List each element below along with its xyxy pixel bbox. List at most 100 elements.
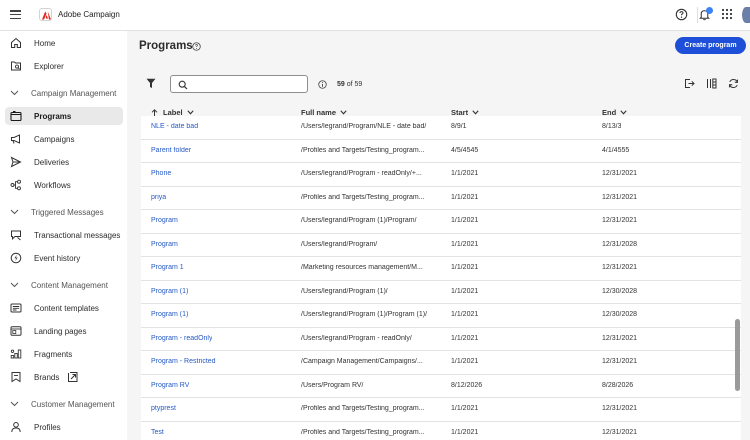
row-end: 4/1/4555 xyxy=(602,146,630,154)
adobe-logo-icon[interactable] xyxy=(39,8,52,21)
table-row[interactable]: Program 1/Marketing resources management… xyxy=(141,257,741,281)
export-icon[interactable] xyxy=(684,78,695,91)
section-campaign-management[interactable]: Campaign Management xyxy=(10,86,116,100)
row-label-link[interactable]: NLE - date bad xyxy=(151,123,198,130)
row-end: 12/31/2021 xyxy=(602,264,638,271)
row-label-link[interactable]: priya xyxy=(151,194,166,201)
apps-grid-icon[interactable] xyxy=(721,8,735,22)
event-history-icon xyxy=(10,252,22,264)
sidebar-item-label: Transactional messages xyxy=(34,230,121,240)
help-icon[interactable] xyxy=(675,8,689,22)
external-link-icon[interactable] xyxy=(67,371,79,383)
table-row[interactable]: Program - Restricted/Campaign Management… xyxy=(141,351,741,375)
row-end: 12/31/2021 xyxy=(602,334,638,342)
chevron-down-icon xyxy=(472,110,479,115)
row-full-name: /Users/Program RV/ xyxy=(301,381,364,389)
row-start: 1/1/2021 xyxy=(451,264,479,271)
row-label-link[interactable]: Program (1) xyxy=(151,311,188,318)
sidebar-item-programs[interactable]: Programs xyxy=(5,107,123,125)
row-full-name: /Users/legrand/Program (1)/ xyxy=(301,287,388,295)
row-end: 12/30/2028 xyxy=(602,287,638,295)
table-row[interactable]: Phone/Users/legrand/Program - readOnly/+… xyxy=(141,163,741,187)
table-row[interactable]: Program/Users/legrand/Program/1/1/2021 12… xyxy=(141,233,741,257)
section-content-management[interactable]: Content Management xyxy=(10,278,108,292)
table-row[interactable]: ptyprest/Profiles and Targets/Testing_pr… xyxy=(141,398,741,422)
workflows-icon xyxy=(10,179,22,191)
table-row[interactable]: Program (1) /Users/legrand/Program (1)/Pr… xyxy=(141,304,741,328)
row-end: 12/31/2021 xyxy=(602,358,638,365)
column-settings-icon[interactable] xyxy=(706,78,717,91)
sidebar-item-transactional-messages[interactable]: Transactional messages xyxy=(5,226,123,244)
sidebar-item-label: Landing pages xyxy=(34,326,87,336)
row-label-link[interactable]: Program - readOnly xyxy=(151,335,212,342)
table-row[interactable]: NLE - date bad/Users/legrand/Program/NLE… xyxy=(141,116,741,140)
deliveries-icon xyxy=(10,156,22,168)
section-label: Campaign Management xyxy=(31,88,117,98)
avatar[interactable] xyxy=(742,7,750,23)
row-label-link[interactable]: Program xyxy=(151,241,178,248)
row-start: 4/5/4545 xyxy=(451,146,479,154)
filter-icon[interactable] xyxy=(146,78,156,91)
info-help-icon[interactable] xyxy=(192,42,201,53)
table-row[interactable]: Parent folder/Profiles and Targets/Testi… xyxy=(141,139,741,163)
row-full-name: /Profiles and Targets/Testing_program... xyxy=(301,428,425,436)
sidebar-item-fragments[interactable]: Fragments xyxy=(5,345,123,363)
row-label-link[interactable]: Phone xyxy=(151,170,171,177)
row-label-link[interactable]: Program 1 xyxy=(151,264,184,271)
chevron-down-icon xyxy=(10,281,19,290)
sidebar-item-explorer[interactable]: Explorer xyxy=(5,57,123,75)
row-start: 1/1/2021 xyxy=(451,405,479,412)
row-label-link[interactable]: Program (1) xyxy=(151,288,188,295)
row-start: 8/9/1 xyxy=(451,123,467,130)
row-label-link[interactable]: Program xyxy=(151,217,178,224)
chevron-down-icon xyxy=(10,208,19,217)
sidebar-item-landing-pages[interactable]: Landing pages xyxy=(5,322,123,340)
info-icon[interactable] xyxy=(318,80,327,91)
table-row[interactable]: Program/Users/legrand/Program (1)/Progra… xyxy=(141,210,741,234)
sidebar-item-profiles[interactable]: Profiles xyxy=(5,418,123,436)
row-end: 12/31/2021 xyxy=(602,405,638,412)
sidebar-item-campaigns[interactable]: Campaigns xyxy=(5,130,123,148)
search-icon xyxy=(178,80,188,90)
table-row[interactable]: Program (1) /Users/legrand/Program (1)/ 1/… xyxy=(141,280,741,304)
sidebar-item-workflows[interactable]: Workflows xyxy=(5,176,123,194)
row-label-link[interactable]: ptyprest xyxy=(151,405,176,412)
row-start: 1/1/2021 xyxy=(451,428,479,436)
result-count: 59 of 59 xyxy=(337,81,362,88)
table-row[interactable]: Test/Profiles and Targets/Testing_progra… xyxy=(141,421,741,440)
programs-table: Label Full name Start End NLE - date bad… xyxy=(141,101,741,440)
row-start: 1/1/2021 xyxy=(451,217,479,224)
sidebar-item-event-history[interactable]: Event history xyxy=(5,249,123,267)
section-label: Content Management xyxy=(31,280,108,290)
section-customer-management[interactable]: Customer Management xyxy=(10,397,115,411)
search-input[interactable] xyxy=(191,77,303,91)
sidebar-item-deliveries[interactable]: Deliveries xyxy=(5,153,123,171)
row-full-name: /Users/legrand/Program - readOnly/+... xyxy=(301,170,422,177)
table-scrollbar[interactable] xyxy=(735,319,740,391)
search-field[interactable] xyxy=(170,75,308,93)
row-full-name: /Users/legrand/Program/NLE - date bad/ xyxy=(301,123,427,130)
hamburger-menu-icon[interactable] xyxy=(10,10,21,20)
row-full-name: /Users/legrand/Program - readOnly/ xyxy=(301,334,412,342)
row-label-link[interactable]: Test xyxy=(151,429,164,436)
table-row[interactable]: Program RV/Users/Program RV/8/12/2026 8/2… xyxy=(141,374,741,398)
section-label: Triggered Messages xyxy=(31,207,104,217)
create-program-button[interactable]: Create program xyxy=(675,37,746,54)
app-title[interactable]: Adobe Campaign xyxy=(58,10,120,19)
sidebar-item-content-templates[interactable]: Content templates xyxy=(5,299,123,317)
section-triggered-messages[interactable]: Triggered Messages xyxy=(10,205,104,219)
programs-icon xyxy=(10,110,22,122)
main-content: Programs Create program 59 of 59 Label F… xyxy=(127,31,750,440)
sidebar-item-brands[interactable]: Brands xyxy=(5,368,123,386)
row-start: 1/1/2021 xyxy=(451,240,479,248)
table-row[interactable]: Program - readOnly/Users/legrand/Program… xyxy=(141,327,741,351)
refresh-icon[interactable] xyxy=(728,78,739,91)
row-label-link[interactable]: Parent folder xyxy=(151,147,191,154)
row-label-link[interactable]: Program - Restricted xyxy=(151,358,216,365)
profiles-icon xyxy=(10,421,22,433)
sidebar-item-home[interactable]: Home xyxy=(5,34,123,52)
sidebar-item-label: Profiles xyxy=(34,422,61,432)
row-label-link[interactable]: Program RV xyxy=(151,382,189,389)
row-start: 1/1/2021 xyxy=(451,311,479,318)
table-row[interactable]: priya/Profiles and Targets/Testing_progr… xyxy=(141,186,741,210)
